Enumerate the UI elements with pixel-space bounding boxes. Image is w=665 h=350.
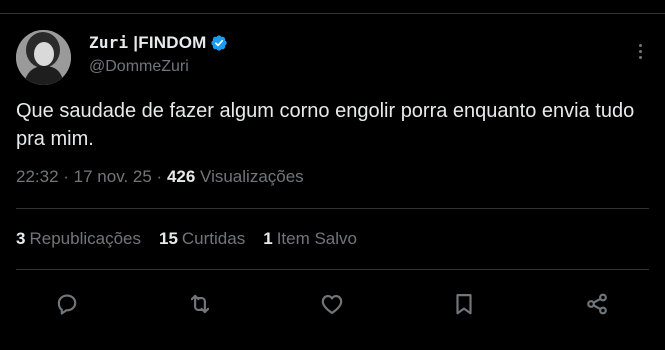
views-label: Visualizações [200, 167, 304, 186]
tweet-time[interactable]: 22:32 [16, 167, 59, 186]
like-icon[interactable] [312, 284, 352, 324]
meta-separator: · [63, 167, 74, 186]
saves-stat[interactable]: 1 Item Salvo [263, 229, 357, 249]
more-options-icon[interactable] [637, 42, 643, 62]
stats-top-divider [16, 208, 649, 209]
tweet-stats: 3 Republicações 15 Curtidas 1 Item Salvo [16, 229, 375, 249]
bookmark-icon[interactable] [444, 284, 484, 324]
avatar[interactable] [16, 30, 71, 85]
reply-icon[interactable] [47, 284, 87, 324]
tweet-date[interactable]: 17 nov. 25 [74, 167, 152, 186]
likes-stat[interactable]: 15 Curtidas [159, 229, 245, 249]
author-display-name[interactable]: Zuri |FINDOM [89, 33, 206, 53]
action-bar [0, 284, 665, 324]
reposts-stat[interactable]: 3 Republicações [16, 229, 141, 249]
meta-separator: · [156, 167, 167, 186]
tweet-meta: 22:32 · 17 nov. 25 · 426 Visualizações [16, 167, 304, 187]
views-count: 426 [166, 167, 196, 186]
author-name-row[interactable]: Zuri |FINDOM [89, 33, 228, 53]
repost-icon[interactable] [180, 284, 220, 324]
share-icon[interactable] [577, 284, 617, 324]
author-handle[interactable]: @DommeZuri [89, 58, 189, 76]
top-divider [0, 13, 665, 14]
tweet-header: Zuri |FINDOM @DommeZuri [16, 30, 649, 86]
avatar-image [16, 30, 71, 85]
stats-bottom-divider [16, 269, 649, 270]
verified-badge-icon [211, 35, 228, 51]
tweet-text: Que saudade de fazer algum corno engolir… [16, 100, 635, 150]
